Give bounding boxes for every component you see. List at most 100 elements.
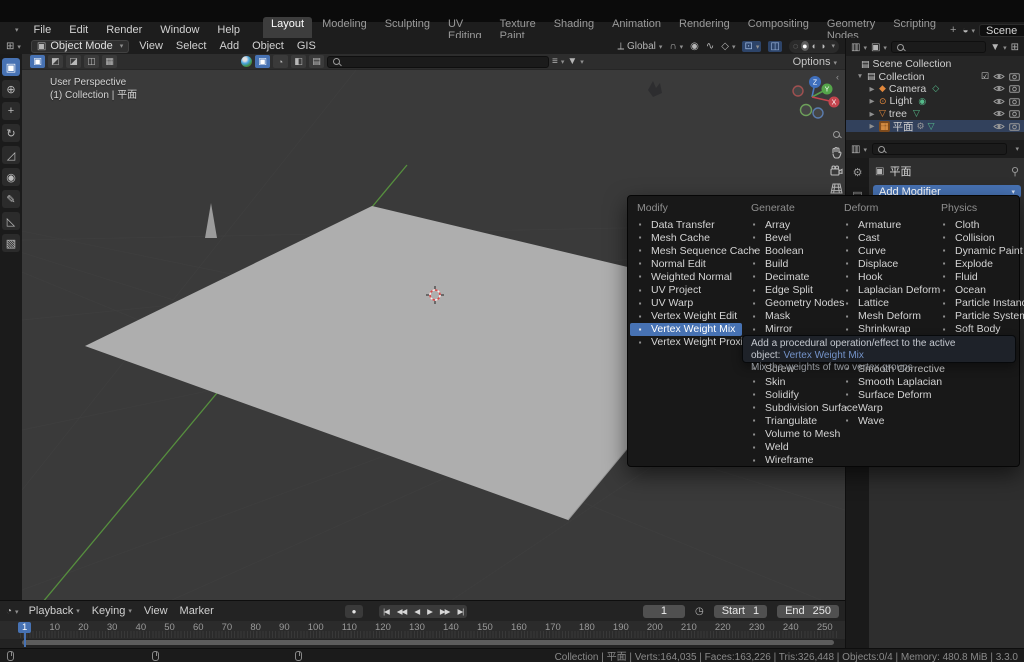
disclosure-arrow-icon[interactable]: ▶ [868, 85, 876, 93]
shading-wireframe-icon[interactable]: ◌ [793, 41, 798, 51]
frame-number[interactable]: 50 [164, 622, 175, 633]
modifier-menu-item[interactable]: ▪Ocean [934, 283, 1018, 296]
scene-icon[interactable]: ◒▾ [962, 25, 975, 36]
menubar-menu-item[interactable]: Edit [60, 23, 97, 37]
select-mode-button[interactable]: ▣ [30, 55, 45, 68]
brush-button[interactable]: ◔ [273, 55, 288, 68]
frame-number[interactable]: 130 [409, 622, 425, 633]
tool-button[interactable]: ◿ [2, 146, 20, 164]
blender-menu-caret-icon[interactable]: ▾ [15, 26, 19, 34]
modifier-menu-item[interactable]: ▪Dynamic Paint [934, 244, 1018, 257]
modifier-menu-item[interactable]: ▪UV Project [630, 283, 742, 296]
modifier-menu-item[interactable]: ▪Particle System [934, 310, 1018, 323]
timeline-menu-item[interactable]: Keying▾ [92, 605, 132, 617]
frame-start-field[interactable]: Start1 [714, 605, 767, 618]
display-mode-icon[interactable]: ≡▾ [552, 56, 564, 67]
ortho-toggle-button[interactable] [828, 180, 844, 196]
hide-eye-icon[interactable] [993, 72, 1005, 81]
tool-button[interactable]: ▣ [2, 58, 20, 76]
zoom-button[interactable] [828, 126, 844, 142]
frame-number[interactable]: 70 [222, 622, 233, 633]
modifier-menu-item[interactable]: ▪UV Warp [630, 297, 742, 310]
transport-button[interactable]: ▶| [453, 605, 467, 618]
disable-render-camera-icon[interactable] [1009, 122, 1020, 131]
modifier-menu-item[interactable]: ▪Explode [934, 257, 1018, 270]
frame-number[interactable]: 90 [279, 622, 290, 633]
transport-button[interactable]: ▶▶ [436, 605, 454, 618]
timeline-menu-item[interactable]: Marker▾ [180, 605, 214, 617]
viewport-menu-item[interactable]: Object [252, 40, 284, 52]
modifier-menu-item[interactable]: ▪Wireframe [744, 454, 836, 467]
select-mode-button[interactable]: ◩ [48, 55, 63, 68]
disclosure-arrow-icon[interactable]: ▶ [868, 110, 876, 118]
gizmos-dropdown-icon[interactable]: ◇▾ [721, 41, 735, 52]
modifier-menu-item[interactable]: ▪Fluid [934, 270, 1018, 283]
modifier-menu-item[interactable]: ▪Collision [934, 231, 1018, 244]
hide-eye-icon[interactable] [993, 97, 1005, 106]
tool-button[interactable]: ◉ [2, 168, 20, 186]
pan-button[interactable] [828, 144, 844, 160]
timeline-scrollbar[interactable] [22, 640, 834, 645]
material-ball-icon[interactable] [241, 56, 252, 67]
orientation-icon[interactable]: ⟂ Global▾ [618, 41, 663, 52]
timeline-editor-icon[interactable]: ◔▾ [6, 606, 19, 617]
transport-button[interactable]: ▶ [423, 605, 436, 618]
shading-solid-icon[interactable]: ● [801, 41, 808, 51]
frame-number[interactable]: 170 [545, 622, 561, 633]
timeline-menu-item[interactable]: Playback▾ [29, 605, 80, 617]
outliner-row[interactable]: ▶ ⊙ Light ◉ [846, 95, 1024, 107]
tool-button[interactable]: + [2, 102, 20, 120]
modifier-menu-item[interactable]: ▪Triangulate [744, 414, 836, 427]
scene-name-field[interactable]: Scene [979, 24, 1024, 37]
shading-caret-icon[interactable]: ▾ [831, 42, 835, 50]
select-mode-button[interactable]: ◪ [66, 55, 81, 68]
transport-button[interactable]: ◀ [410, 605, 423, 618]
disclosure-arrow-icon[interactable]: ▶ [868, 97, 876, 105]
modifier-menu-item[interactable]: ▪Particle Instance [934, 297, 1018, 310]
modifier-menu-item[interactable]: ▪Weighted Normal [630, 270, 742, 283]
frame-number[interactable]: 150 [477, 622, 493, 633]
disclosure-arrow-icon[interactable]: ▶ [868, 122, 876, 130]
modifier-menu-item[interactable]: ▪Displace [837, 257, 934, 270]
modifier-menu-item[interactable]: ▪Normal Edit [630, 257, 742, 270]
proportional-edit-icon[interactable]: ◉ [690, 41, 699, 52]
hide-eye-icon[interactable] [993, 109, 1005, 118]
modifier-menu-item[interactable]: ▪Warp [837, 401, 934, 414]
modifier-menu-item[interactable]: ▪Boolean [744, 244, 836, 257]
modifier-menu-item[interactable]: ▪Skin [744, 375, 836, 388]
modifier-menu-item[interactable]: ▪Array [744, 218, 836, 231]
brush-button[interactable]: ◧ [291, 55, 306, 68]
outliner-row[interactable]: ▼ ▤ Collection ☑ [846, 70, 1024, 82]
modifier-menu-item[interactable]: ▪Data Transfer [630, 218, 742, 231]
properties-search-input[interactable] [872, 143, 1008, 155]
frame-number[interactable]: 230 [749, 622, 765, 633]
modifier-menu-item[interactable]: ▪Smooth Laplacian [837, 375, 934, 388]
snap-magnet-icon[interactable]: ∩▾ [669, 41, 683, 52]
outliner-display-icon[interactable]: ▣▾ [871, 42, 887, 53]
modifier-menu-item[interactable]: ▪Cloth [934, 218, 1018, 231]
disclosure-arrow-icon[interactable]: ▼ [856, 73, 864, 80]
timeline-menu-item[interactable]: View▾ [144, 605, 168, 617]
auto-keying-button[interactable]: ● [345, 605, 363, 618]
menubar-menu-item[interactable]: Render [97, 23, 151, 37]
modifier-menu-item[interactable]: ▪Curve [837, 244, 934, 257]
frame-number[interactable]: 140 [443, 622, 459, 633]
modifier-menu-item[interactable]: ▪Wave [837, 414, 934, 427]
modifier-menu-item[interactable]: ▪Vertex Weight Edit [630, 310, 742, 323]
new-collection-icon[interactable]: ⊞ [1011, 42, 1019, 53]
camera-view-button[interactable] [828, 162, 844, 178]
add-workspace-button[interactable]: + [944, 24, 962, 36]
frame-number[interactable]: 120 [375, 622, 391, 633]
outliner-row[interactable]: ▶ ▽ tree ▽ [846, 108, 1024, 120]
tool-button[interactable]: ↻ [2, 124, 20, 142]
modifier-menu-item[interactable]: ▪Geometry Nodes [744, 297, 836, 310]
modifier-menu-item[interactable]: ▪Decimate [744, 270, 836, 283]
modifier-menu-item[interactable]: ▪Mirror [744, 323, 836, 336]
modifier-menu-item[interactable]: ▪Bevel [744, 231, 836, 244]
disable-render-camera-icon[interactable] [1009, 97, 1020, 106]
falloff-icon[interactable]: ∿ [706, 41, 714, 52]
outliner-filter-icon[interactable]: ▼▾ [990, 42, 1006, 53]
frame-number[interactable]: 110 [342, 622, 357, 633]
exclude-checkbox[interactable]: ☑ [981, 71, 989, 82]
menubar-menu-item[interactable]: Window [151, 23, 208, 37]
